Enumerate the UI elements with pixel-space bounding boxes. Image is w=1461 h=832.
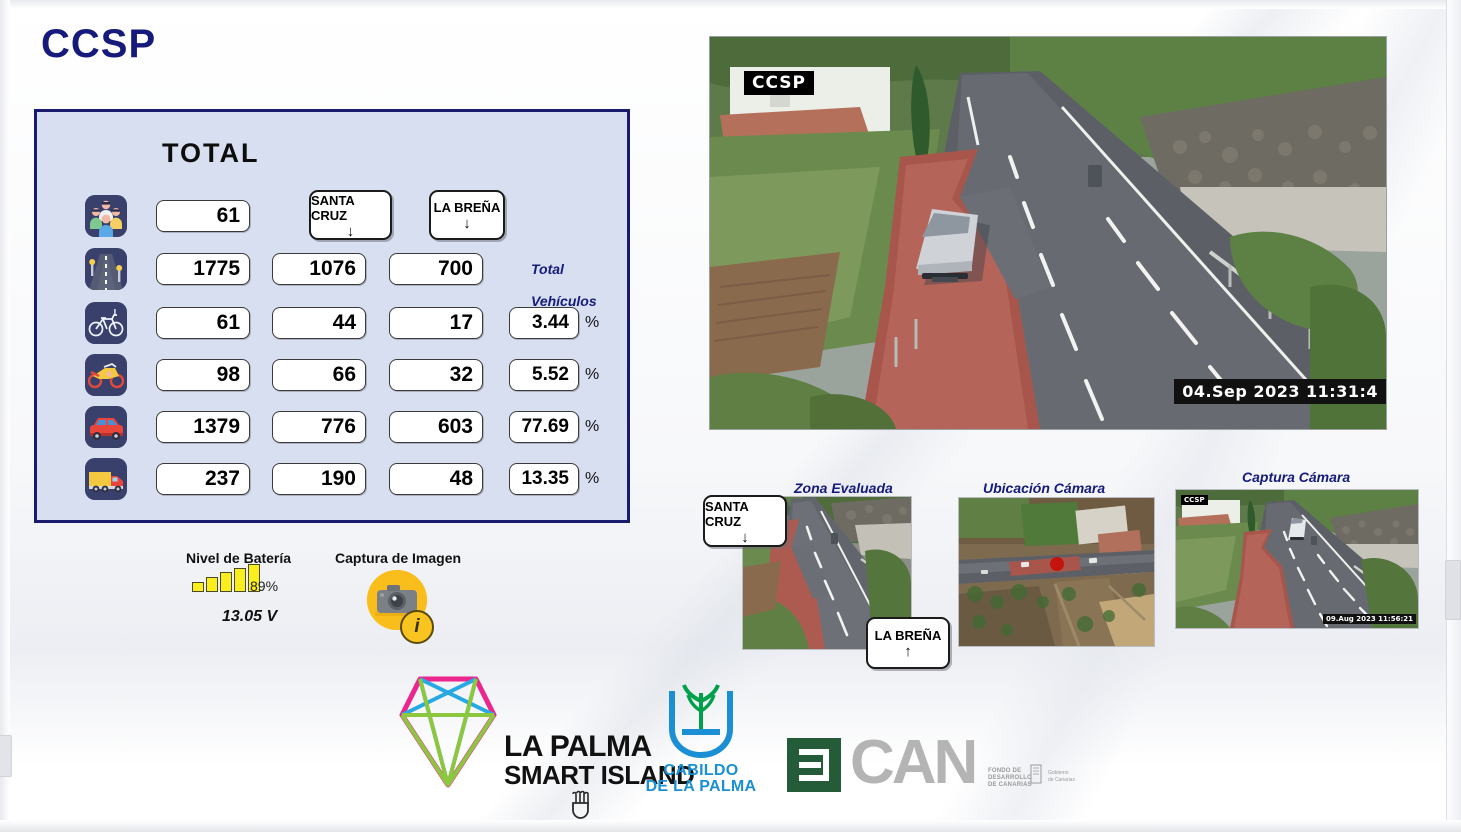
page-title: CCSP (41, 22, 157, 66)
row-la-brena-value: 17 (389, 307, 483, 339)
table-row: 237 190 48 13.35 % (37, 458, 627, 510)
captura-camara-image (1176, 490, 1418, 628)
table-row: 1379 776 603 77.69 % (37, 406, 627, 458)
row-percent-value: 5.52 (509, 359, 579, 391)
row-la-brena-value: 700 (389, 253, 483, 285)
window-frame-right (1446, 0, 1461, 832)
cursor-icon (572, 790, 589, 819)
percent-symbol: % (585, 470, 600, 487)
row-total-value: 61 (156, 307, 250, 339)
truck-icon (85, 458, 127, 500)
pedestrians-icon (85, 195, 127, 237)
la-palma-smart-island-logo (399, 676, 497, 788)
bicycle-icon (85, 302, 127, 344)
row-santa-cruz-value: 1076 (272, 253, 366, 285)
table-row: 61 SANTA CRUZ ↓ LA BREÑA ↓ (37, 190, 627, 247)
thumbnail-caption-captura-camara: Captura Cámara (1242, 469, 1351, 485)
thumbnail-overlay-la-brena-label: LA BREÑA (874, 628, 942, 643)
direction-button-santa-cruz[interactable]: SANTA CRUZ ↓ (309, 190, 392, 240)
row-santa-cruz-value: 776 (272, 411, 366, 443)
right-edge-handle[interactable] (1445, 560, 1461, 620)
thumbnail-captura-camara[interactable]: CCSP 09.Aug 2023 11:56:21 (1175, 489, 1419, 629)
info-glyph: i (414, 616, 420, 637)
video-timestamp: 04.Sep 2023 11:31:4 (1174, 379, 1386, 404)
row-total-value: 61 (156, 200, 250, 232)
arrow-up-icon: ↑ (904, 643, 912, 660)
thumbnail-overlay-santa-cruz[interactable]: SANTA CRUZ ↓ (703, 495, 787, 547)
row-percent-value: 77.69 (509, 411, 579, 443)
direction-button-la-brena[interactable]: LA BREÑA ↓ (429, 190, 505, 240)
table-row: 61 44 17 3.44 % (37, 302, 627, 354)
motorcycle-icon (85, 354, 127, 396)
main-camera-feed[interactable]: CCSP 04.Sep 2023 11:31:4 (709, 36, 1387, 430)
thumbnail-ubicacion-camara[interactable] (958, 497, 1155, 647)
gobierno-line2: de Canarias (1048, 777, 1075, 783)
arrow-down-icon: ↓ (741, 528, 749, 546)
row-la-brena-value: 48 (389, 463, 483, 495)
ccsp-dashboard: CCSP TOTAL 61 SANTA CRUZ ↓ LA BREÑA ↓ 17… (0, 0, 1461, 832)
table-row: 1775 1076 700 Total Vehículos (37, 248, 627, 309)
gobierno-line1: Gobierno (1048, 770, 1069, 776)
row-la-brena-value: 603 (389, 411, 483, 443)
arrow-down-icon: ↓ (346, 222, 355, 240)
thumbnail-caption-zona-evaluada: Zona Evaluada (794, 480, 893, 496)
thumbnail-watermark: CCSP (1181, 495, 1208, 505)
percent-symbol: % (585, 418, 600, 435)
row-total-value: 98 (156, 359, 250, 391)
gobierno-canarias-shield-icon (1030, 764, 1042, 784)
row-total-value: 1379 (156, 411, 250, 443)
row-la-brena-value: 32 (389, 359, 483, 391)
row-total-value: 1775 (156, 253, 250, 285)
thumbnail-timestamp: 09.Aug 2023 11:56:21 (1323, 614, 1416, 624)
direction-button-la-brena-label: LA BREÑA (433, 200, 501, 215)
camera-feed-image (710, 37, 1386, 429)
fdcan-mark-icon (787, 738, 841, 792)
video-watermark: CCSP (744, 71, 814, 95)
fdcan-sub-line1: FONDO DE (988, 768, 1022, 774)
fdcan-wordmark: CAN (850, 728, 978, 797)
row-total-value: 237 (156, 463, 250, 495)
row-santa-cruz-value: 190 (272, 463, 366, 495)
left-edge-handle[interactable] (0, 735, 12, 777)
table-row: 98 66 32 5.52 % (37, 354, 627, 406)
window-frame-bottom (0, 820, 1461, 832)
battery-voltage: 13.05 V (222, 608, 278, 625)
thumbnail-overlay-santa-cruz-label: SANTA CRUZ (705, 498, 749, 529)
car-icon (85, 406, 127, 448)
road-icon (85, 248, 127, 290)
row-santa-cruz-value: 44 (272, 307, 366, 339)
satellite-map-image (959, 498, 1154, 646)
battery-percent: 89% (250, 578, 279, 594)
cabildo-line2: DE LA PALMA (645, 778, 757, 795)
info-badge-icon[interactable]: i (400, 610, 434, 644)
cabildo-line1: CABILDO (663, 762, 739, 779)
panel-title: TOTAL (162, 138, 260, 168)
row-percent-value: 3.44 (509, 307, 579, 339)
row-santa-cruz-value: 66 (272, 359, 366, 391)
percent-symbol: % (585, 366, 600, 383)
fdcan-sub-line2: DESARROLLO (988, 775, 1032, 781)
cabildo-de-la-palma-logo (669, 684, 733, 759)
thumbnail-overlay-la-brena[interactable]: LA BREÑA ↑ (866, 617, 950, 669)
smart-island-line1: LA PALMA (504, 730, 652, 763)
fdcan-sub-line3: DE CANARIAS (988, 782, 1032, 788)
window-frame-left (0, 0, 10, 832)
arrow-down-icon: ↓ (463, 215, 471, 232)
battery-label: Nivel de Batería (186, 550, 292, 566)
row-percent-value: 13.35 (509, 463, 579, 495)
capture-label: Captura de Imagen (335, 550, 462, 566)
window-frame-top (0, 0, 1461, 9)
traffic-stats-panel: TOTAL 61 SANTA CRUZ ↓ LA BREÑA ↓ 1775 10… (34, 109, 630, 523)
thumbnail-caption-ubicacion-camara: Ubicación Cámara (983, 480, 1106, 496)
direction-button-santa-cruz-label: SANTA CRUZ (311, 192, 355, 223)
percent-symbol: % (585, 314, 600, 331)
